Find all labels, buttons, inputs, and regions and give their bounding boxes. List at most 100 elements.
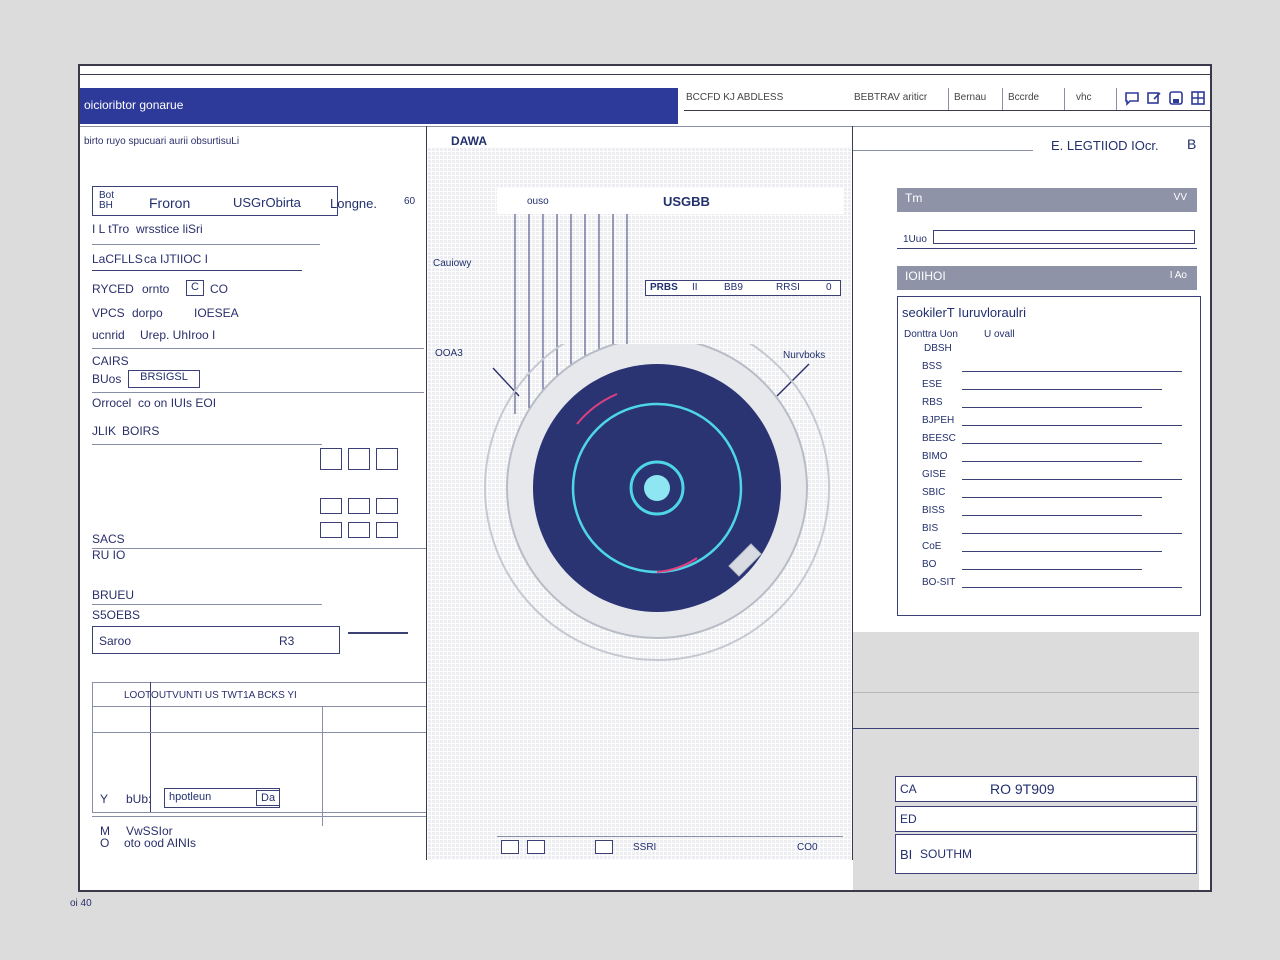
list-item[interactable]: RBS — [906, 395, 1194, 411]
window-title: oicioribtor gonarue — [84, 98, 184, 112]
center-label: DAWA — [451, 134, 487, 148]
search-label[interactable]: E. LEGTIIOD IOcr. — [1051, 138, 1159, 153]
list-item-label: BIS — [922, 523, 939, 534]
list-item[interactable]: BO-SIT — [906, 575, 1194, 591]
list-item[interactable]: BISS — [906, 503, 1194, 519]
search-icon[interactable]: B — [1187, 136, 1196, 152]
row-value: dorpo — [132, 306, 163, 320]
table-border — [92, 682, 93, 812]
row-extra: IOESEA — [194, 306, 239, 320]
menu-item-2[interactable]: BEBTRAV ariticr — [854, 92, 927, 103]
menu-item-1[interactable]: BCCFD KJ ABDLESS — [686, 92, 783, 103]
right-lower-panel: CA RO 9T909 ED BI SOUTHM — [853, 632, 1199, 890]
bottom-field-icon: BI — [900, 847, 913, 862]
grid-icon[interactable] — [1190, 90, 1206, 111]
list-item-bar — [962, 533, 1182, 534]
row-value: wrsstice liSri — [136, 222, 203, 236]
callout-top-left: Cauiowy — [433, 258, 472, 269]
panel-header-2[interactable]: IOIIHOI I Ao — [897, 266, 1197, 290]
list-item[interactable]: BO — [906, 557, 1194, 573]
menu-divider — [948, 88, 949, 110]
row-label: RYCED — [92, 282, 134, 296]
menu-item-5[interactable]: vhc — [1076, 92, 1092, 103]
list-item[interactable]: BSS — [906, 359, 1194, 375]
row-divider — [92, 392, 424, 393]
menu-item-4[interactable]: Bccrde — [1008, 92, 1039, 103]
menu-divider — [1116, 88, 1117, 110]
list-item[interactable]: CoE — [906, 539, 1194, 555]
row-label: Orrocel — [92, 396, 132, 410]
coord-field[interactable]: PRBS II BB9 RRSI 0 — [645, 280, 841, 296]
center-tab[interactable]: ouso — [497, 188, 643, 214]
grid-cell[interactable] — [320, 522, 342, 538]
list-item[interactable]: BIS — [906, 521, 1194, 537]
grid-cell[interactable] — [320, 448, 342, 470]
list-item[interactable]: GISE — [906, 467, 1194, 483]
row-value: ca IJTIIOC I — [144, 252, 209, 266]
coord-e: 0 — [826, 282, 832, 293]
bottom-field-value: SOUTHM — [920, 847, 972, 861]
slider-track[interactable] — [348, 632, 408, 634]
row-label: CAIRS — [92, 354, 129, 368]
grid-cell[interactable] — [348, 448, 370, 470]
divider — [92, 682, 426, 683]
panel-header-1-right: VV — [1173, 192, 1187, 203]
top-border — [80, 74, 1210, 75]
row-label: BUos — [92, 372, 122, 386]
panel-header-1[interactable]: Tm VV — [897, 188, 1197, 212]
divider — [92, 604, 322, 605]
list-item-label: BSS — [922, 361, 943, 372]
list-item-label: RBS — [922, 397, 943, 408]
select-field[interactable]: Saroo R3 — [92, 626, 340, 654]
footer-small: CO0 — [797, 842, 818, 853]
bottom-field-value: RO 9T909 — [990, 781, 1055, 797]
center-tab-label: ouso — [527, 196, 549, 207]
bottom-field-1[interactable]: CA RO 9T909 — [895, 776, 1197, 802]
list-subtitle-3: DBSH — [924, 343, 952, 354]
bottom-label: oto ood AINIs — [124, 836, 197, 850]
chat-icon[interactable] — [1124, 90, 1140, 111]
list-item-bar — [962, 551, 1162, 552]
list-item-bar — [962, 497, 1162, 498]
list-item[interactable]: BIMO — [906, 449, 1194, 465]
menu-item-3[interactable]: Bernau — [954, 92, 986, 103]
grid-cell[interactable] — [348, 498, 370, 514]
row-value-field[interactable]: BRSIGSL — [128, 370, 200, 388]
row-checkbox[interactable]: C — [186, 280, 204, 296]
panel-input[interactable] — [933, 230, 1195, 244]
list-item-label: SBIC — [922, 487, 946, 498]
list-item[interactable]: ESE — [906, 377, 1194, 393]
grid-cell[interactable] — [348, 522, 370, 538]
bottom-field-3[interactable]: BI SOUTHM — [895, 834, 1197, 874]
list-item[interactable]: SBIC — [906, 485, 1194, 501]
edit-icon[interactable] — [1146, 90, 1162, 111]
row-value: BOIRS — [122, 424, 160, 438]
bottom-button[interactable]: Da — [256, 790, 281, 806]
divider — [92, 732, 426, 733]
divider — [897, 248, 1197, 249]
footer-cell[interactable] — [595, 840, 613, 854]
dial-widget[interactable] — [467, 344, 837, 674]
grid-cell[interactable] — [376, 448, 398, 470]
right-panel: E. LEGTIIOD IOcr. B Tm VV 1Uuo IOIIHOI I… — [853, 126, 1210, 890]
footer-cell[interactable] — [527, 840, 545, 854]
bottom-label: bUb: — [126, 792, 152, 806]
bottom-field-2[interactable]: ED — [895, 806, 1197, 832]
list-item-bar — [962, 479, 1182, 480]
list-item-bar — [962, 461, 1142, 462]
save-icon[interactable] — [1168, 90, 1184, 111]
grid-cell[interactable] — [376, 498, 398, 514]
divider — [853, 692, 1199, 693]
list-item-label: BISS — [922, 505, 945, 516]
left-header: Bot BH Froron USGrObirta — [92, 186, 338, 216]
footer-cell[interactable] — [501, 840, 519, 854]
coord-b: II — [692, 282, 698, 293]
center-tab[interactable]: USGBB — [643, 188, 843, 214]
list-item[interactable]: BJPEH — [906, 413, 1194, 429]
center-canvas[interactable]: DAWA ouso USGBB PRBS II BB9 RRSI 0 Cauio… — [427, 134, 851, 860]
list-item-bar — [962, 515, 1142, 516]
grid-cell[interactable] — [320, 498, 342, 514]
list-item-label: ESE — [922, 379, 943, 390]
grid-cell[interactable] — [376, 522, 398, 538]
list-item[interactable]: BEESC — [906, 431, 1194, 447]
